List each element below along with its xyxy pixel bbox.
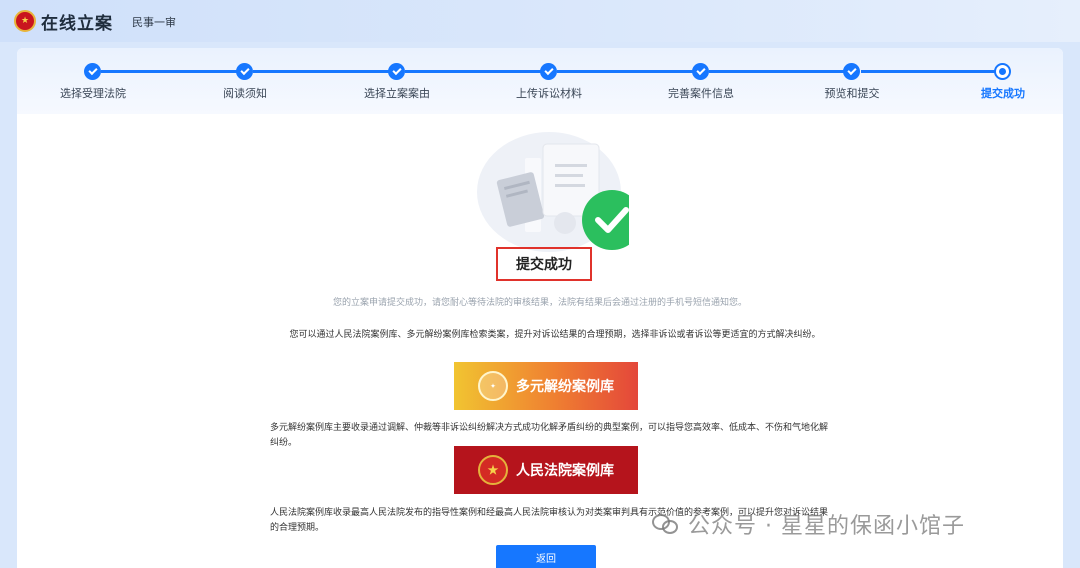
progress-stepper: 选择受理法院 阅读须知 选择立案案由 上传诉讼材料 完善案件信息 预览和提交 提… [17,48,1063,114]
success-illustration-icon [477,132,629,252]
app-subtitle: 民事一审 [132,16,176,29]
step-label-complete-info: 完善案件信息 [668,87,734,100]
step-connector [101,70,237,73]
step-label-select-cause: 选择立案案由 [364,87,430,100]
step-label-select-court: 选择受理法院 [60,87,126,100]
step-check-icon [843,63,860,80]
main-card: 选择受理法院 阅读须知 选择立案案由 上传诉讼材料 完善案件信息 预览和提交 提… [17,48,1063,568]
submission-description: 您的立案申请提交成功，请您耐心等待法院的审核结果，法院有结果后会通过注册的手机号… [332,298,747,308]
step-check-icon [388,63,405,80]
step-check-icon [236,63,253,80]
court-case-library-banner[interactable]: ★ 人民法院案例库 [454,446,638,494]
step-connector [253,70,389,73]
back-button[interactable]: 返回 [496,545,596,568]
step-label-submit-success: 提交成功 [981,87,1025,100]
step-check-icon [84,63,101,80]
watermark: 公众号 · 星星的保函小馆子 [652,508,965,540]
case-library-intro: 您可以通过人民法院案例库、多元解纷案例库检索类案，提升对诉讼结果的合理预期，选择… [289,330,821,340]
watermark-text: 公众号 · 星星的保函小馆子 [688,514,965,539]
diversified-banner-label: 多元解纷案例库 [516,379,614,395]
court-banner-label: 人民法院案例库 [516,463,614,479]
step-label-preview-submit: 预览和提交 [824,87,880,100]
diversified-dispute-case-library-banner[interactable]: ✦ 多元解纷案例库 [454,362,638,410]
success-title: 提交成功 [496,247,592,281]
step-connector [557,70,693,73]
dispute-resolution-logo-icon: ✦ [478,371,508,401]
court-emblem-icon: ★ [14,10,36,32]
court-emblem-logo-icon: ★ [478,455,508,485]
wechat-logo-icon [652,512,680,536]
step-label-read-notice: 阅读须知 [223,87,267,100]
step-connector [861,70,997,73]
step-connector [709,70,845,73]
step-current-icon [994,63,1011,80]
app-title: 在线立案 [41,14,113,34]
step-connector [405,70,541,73]
top-header: ★ 在线立案 民事一审 [0,0,1080,42]
step-check-icon [692,63,709,80]
step-check-icon [540,63,557,80]
step-label-upload-materials: 上传诉讼材料 [516,87,582,100]
